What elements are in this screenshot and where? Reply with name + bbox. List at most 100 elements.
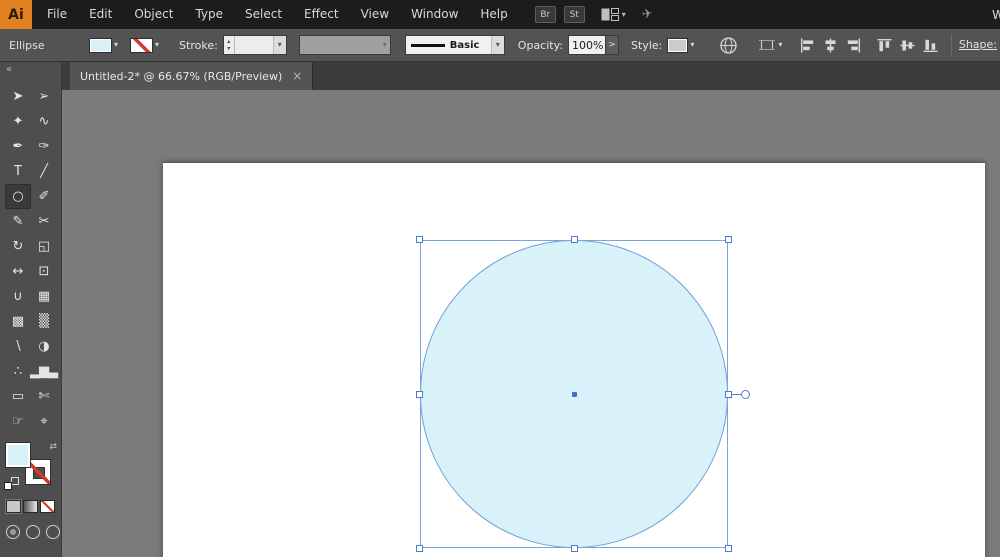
mesh-tool[interactable]: ▩ [5, 309, 31, 334]
graphic-style-swatch[interactable] [667, 37, 689, 53]
rotate-tool[interactable]: ↻ [5, 234, 31, 259]
direct-selection-tool[interactable]: ➢ [31, 84, 57, 109]
draw-behind-button[interactable] [26, 525, 40, 539]
graphic-style-control[interactable]: ▾ [662, 37, 694, 53]
handle-top-left[interactable] [416, 236, 423, 243]
curvature-tool[interactable]: ✑ [31, 134, 57, 159]
scale-tool[interactable]: ◱ [31, 234, 57, 259]
menu-file[interactable]: File [36, 0, 78, 29]
align-to-dropdown[interactable]: ▾ [759, 38, 782, 52]
center-anchor-point[interactable] [571, 391, 577, 397]
width-tool[interactable]: ↔ [5, 259, 31, 284]
stroke-profile-chevron[interactable]: ▾ [490, 36, 504, 54]
stroke-none-swatch[interactable] [130, 37, 154, 53]
tool-grid: ➤ ➢ ✦ ∿ ✒ ✑ T ╱ ○ ✐ ✎ ✂ ↻ ◱ ↔ ⊡ ∪ ▦ ▩ ▒ ∖ ◑ ∴ ▂▆▃ ▭ ✄ ☞ ⌖ [0, 84, 61, 434]
shape-link[interactable]: Shape: [959, 29, 997, 61]
menu-window[interactable]: Window [400, 0, 469, 29]
style-label: Style: [631, 38, 663, 52]
magic-wand-tool[interactable]: ✦ [5, 109, 31, 134]
menu-help[interactable]: Help [469, 0, 518, 29]
line-segment-tool[interactable]: ╱ [31, 159, 57, 184]
menu-select[interactable]: Select [234, 0, 293, 29]
none-button[interactable] [40, 500, 55, 513]
menu-type[interactable]: Type [184, 0, 234, 29]
lasso-tool[interactable]: ∿ [31, 109, 57, 134]
artboard-tool[interactable]: ▭ [5, 384, 31, 409]
gradient-tool[interactable]: ▒ [31, 309, 57, 334]
fill-color-swatch[interactable] [89, 37, 112, 53]
lasso-tool-icon: ∿ [38, 114, 50, 129]
stroke-weight-dropdown[interactable]: ▾ [272, 36, 286, 54]
type-tool[interactable]: T [5, 159, 31, 184]
horizontal-align-right-button[interactable] [844, 36, 862, 54]
tools-panel: « ➤ ➢ ✦ ∿ ✒ ✑ T ╱ ○ ✐ ✎ ✂ ↻ ◱ ↔ ⊡ ∪ ▦ ▩ ▒ ∖ ◑ ∴ ▂▆▃ ▭ ✄ ☞ ⌖ ⇄ [0, 62, 62, 557]
bridge-button[interactable]: Br [534, 6, 556, 23]
canvas-area[interactable] [62, 90, 1000, 557]
stepper-down-icon[interactable]: ▾ [227, 45, 230, 52]
chevron-down-icon[interactable]: ▾ [155, 41, 159, 49]
handle-bottom-left[interactable] [416, 545, 423, 552]
menu-edit[interactable]: Edit [78, 0, 123, 29]
perspective-grid-tool[interactable]: ▦ [31, 284, 57, 309]
horizontal-align-left-button[interactable] [798, 36, 816, 54]
symbol-sprayer-tool[interactable]: ∴ [5, 359, 31, 384]
draw-inside-button[interactable] [46, 525, 60, 539]
stock-button[interactable]: St [563, 6, 585, 23]
draw-normal-button[interactable] [6, 525, 20, 539]
stepper-up-icon[interactable]: ▴ [227, 38, 230, 45]
hand-tool[interactable]: ☞ [5, 409, 31, 434]
chevron-down-icon[interactable]: ▾ [690, 41, 694, 49]
shape-builder-tool[interactable]: ∪ [5, 284, 31, 309]
pen-tool[interactable]: ✒ [5, 134, 31, 159]
stroke-color-control[interactable]: ▾ [130, 37, 159, 53]
arrange-documents-button[interactable]: ▾ [601, 8, 626, 21]
scissors-tool[interactable]: ✂ [31, 209, 57, 234]
blend-tool[interactable]: ◑ [31, 334, 57, 359]
brush-definition-dropdown[interactable]: ▾ [298, 35, 391, 55]
swap-fill-stroke-icon[interactable]: ⇄ [49, 442, 57, 452]
shape-widget-icon[interactable] [741, 389, 750, 399]
variable-width-profile-dropdown[interactable]: Basic ▾ [404, 35, 505, 55]
share-icon[interactable]: ✈ [641, 6, 654, 22]
handle-middle-left[interactable] [416, 390, 423, 398]
eyedropper-tool[interactable]: ∖ [5, 334, 31, 359]
stroke-weight-input[interactable]: ▴ ▾ ▾ [222, 35, 287, 55]
fill-swatch[interactable] [5, 442, 31, 468]
paintbrush-tool[interactable]: ✐ [31, 184, 57, 209]
column-graph-tool[interactable]: ▂▆▃ [30, 359, 58, 384]
recolor-artwork-button[interactable] [720, 36, 738, 54]
horizontal-align-center-button[interactable] [821, 36, 839, 54]
close-icon[interactable]: × [292, 69, 302, 83]
slice-tool[interactable]: ✄ [31, 384, 57, 409]
opacity-input[interactable]: 100% [568, 35, 607, 55]
handle-bottom-center[interactable] [570, 545, 578, 552]
handle-bottom-right[interactable] [725, 545, 732, 552]
vertical-align-center-button[interactable] [898, 36, 916, 54]
shaper-tool[interactable]: ✎ [5, 209, 31, 234]
stroke-weight-value[interactable] [235, 36, 273, 54]
curvature-tool-icon: ✑ [38, 139, 50, 154]
fill-color-control[interactable]: ▾ [89, 37, 118, 53]
zoom-tool-icon: ⌖ [40, 414, 47, 429]
gradient-button[interactable] [23, 500, 38, 513]
ellipse-tool[interactable]: ○ [4, 184, 31, 209]
collapse-panel-button[interactable]: « [0, 62, 61, 80]
document-tab[interactable]: Untitled-2* @ 66.67% (RGB/Preview) × [70, 62, 314, 90]
chevron-down-icon[interactable]: ▾ [114, 41, 118, 49]
default-fill-stroke-icon[interactable] [4, 477, 19, 490]
selection-tool[interactable]: ➤ [5, 84, 31, 109]
menu-object[interactable]: Object [123, 0, 184, 29]
handle-top-center[interactable] [570, 236, 578, 243]
menu-effect[interactable]: Effect [293, 0, 350, 29]
stroke-weight-stepper[interactable]: ▴ ▾ [224, 36, 235, 54]
free-transform-tool[interactable]: ⊡ [31, 259, 57, 284]
free-transform-tool-icon: ⊡ [38, 264, 50, 279]
vertical-align-bottom-button[interactable] [921, 36, 939, 54]
color-button[interactable] [6, 500, 21, 513]
handle-top-right[interactable] [725, 236, 732, 243]
vertical-align-top-button[interactable] [875, 36, 893, 54]
zoom-tool[interactable]: ⌖ [31, 409, 57, 434]
menu-view[interactable]: View [350, 0, 400, 29]
opacity-panel-button[interactable]: > [606, 35, 620, 55]
handle-middle-right[interactable] [725, 390, 732, 398]
